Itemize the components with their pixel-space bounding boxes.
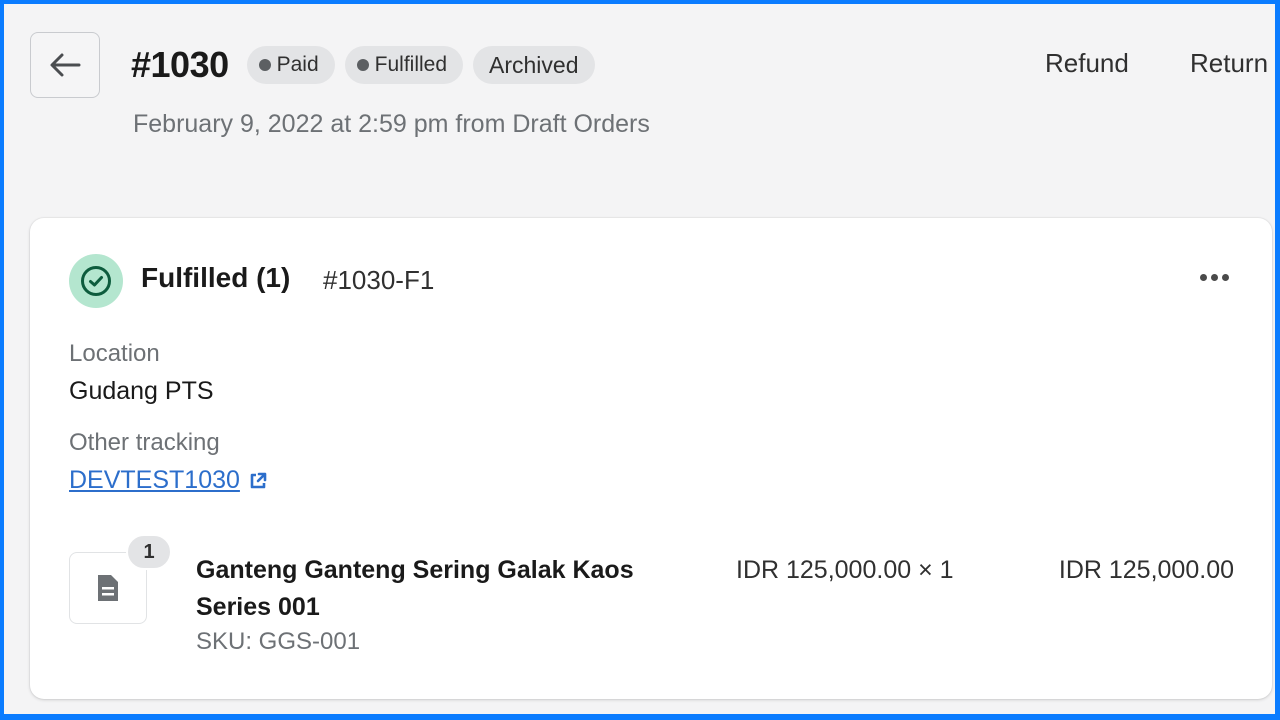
product-sku: SKU: GGS-001 xyxy=(196,628,361,655)
product-name-link[interactable]: Ganteng Ganteng Sering Galak Kaos Series… xyxy=(196,552,696,626)
refund-button[interactable]: Refund xyxy=(1045,48,1129,79)
status-dot-icon xyxy=(258,59,271,71)
order-number: #1030 xyxy=(131,44,229,85)
badge-label: Fulfilled xyxy=(374,53,448,76)
document-placeholder-icon xyxy=(98,575,118,601)
status-dot-icon xyxy=(356,59,369,71)
fulfillment-id: #1030-F1 xyxy=(323,265,435,295)
ellipsis-horizontal-icon xyxy=(1221,273,1229,281)
quantity-badge: 1 xyxy=(126,534,172,570)
location-label: Location xyxy=(69,340,160,367)
arrow-left-icon xyxy=(50,53,81,77)
back-button[interactable] xyxy=(30,32,100,98)
order-title-row: #1030 Paid Fulfilled Archived xyxy=(131,44,605,86)
line-total: IDR 125,000.00 xyxy=(1058,556,1234,584)
fulfilled-check-icon xyxy=(69,254,123,308)
external-link-icon xyxy=(248,471,268,491)
archived-status-badge: Archived xyxy=(473,46,595,84)
fulfillment-card: Fulfilled (1) #1030-F1 Location Gudang P… xyxy=(30,218,1272,699)
tracking-label: Other tracking xyxy=(69,429,220,456)
ellipsis-horizontal-icon xyxy=(1199,273,1207,281)
badge-label: Archived xyxy=(489,51,579,78)
tracking-number: DEVTEST1030 xyxy=(69,466,240,494)
order-subtitle: February 9, 2022 at 2:59 pm from Draft O… xyxy=(133,110,650,138)
more-actions-button[interactable] xyxy=(1194,264,1234,290)
location-value: Gudang PTS xyxy=(69,377,214,405)
payment-status-badge: Paid xyxy=(246,46,335,84)
ellipsis-horizontal-icon xyxy=(1210,273,1218,281)
return-button[interactable]: Return xyxy=(1190,48,1268,79)
fulfillment-status-title: Fulfilled (1) xyxy=(141,262,291,293)
badge-label: Paid xyxy=(276,53,319,76)
tracking-number-link[interactable]: DEVTEST1030 xyxy=(69,466,268,495)
fulfillment-status-badge: Fulfilled xyxy=(344,46,464,84)
unit-price: IDR 125,000.00 × 1 xyxy=(736,556,954,584)
